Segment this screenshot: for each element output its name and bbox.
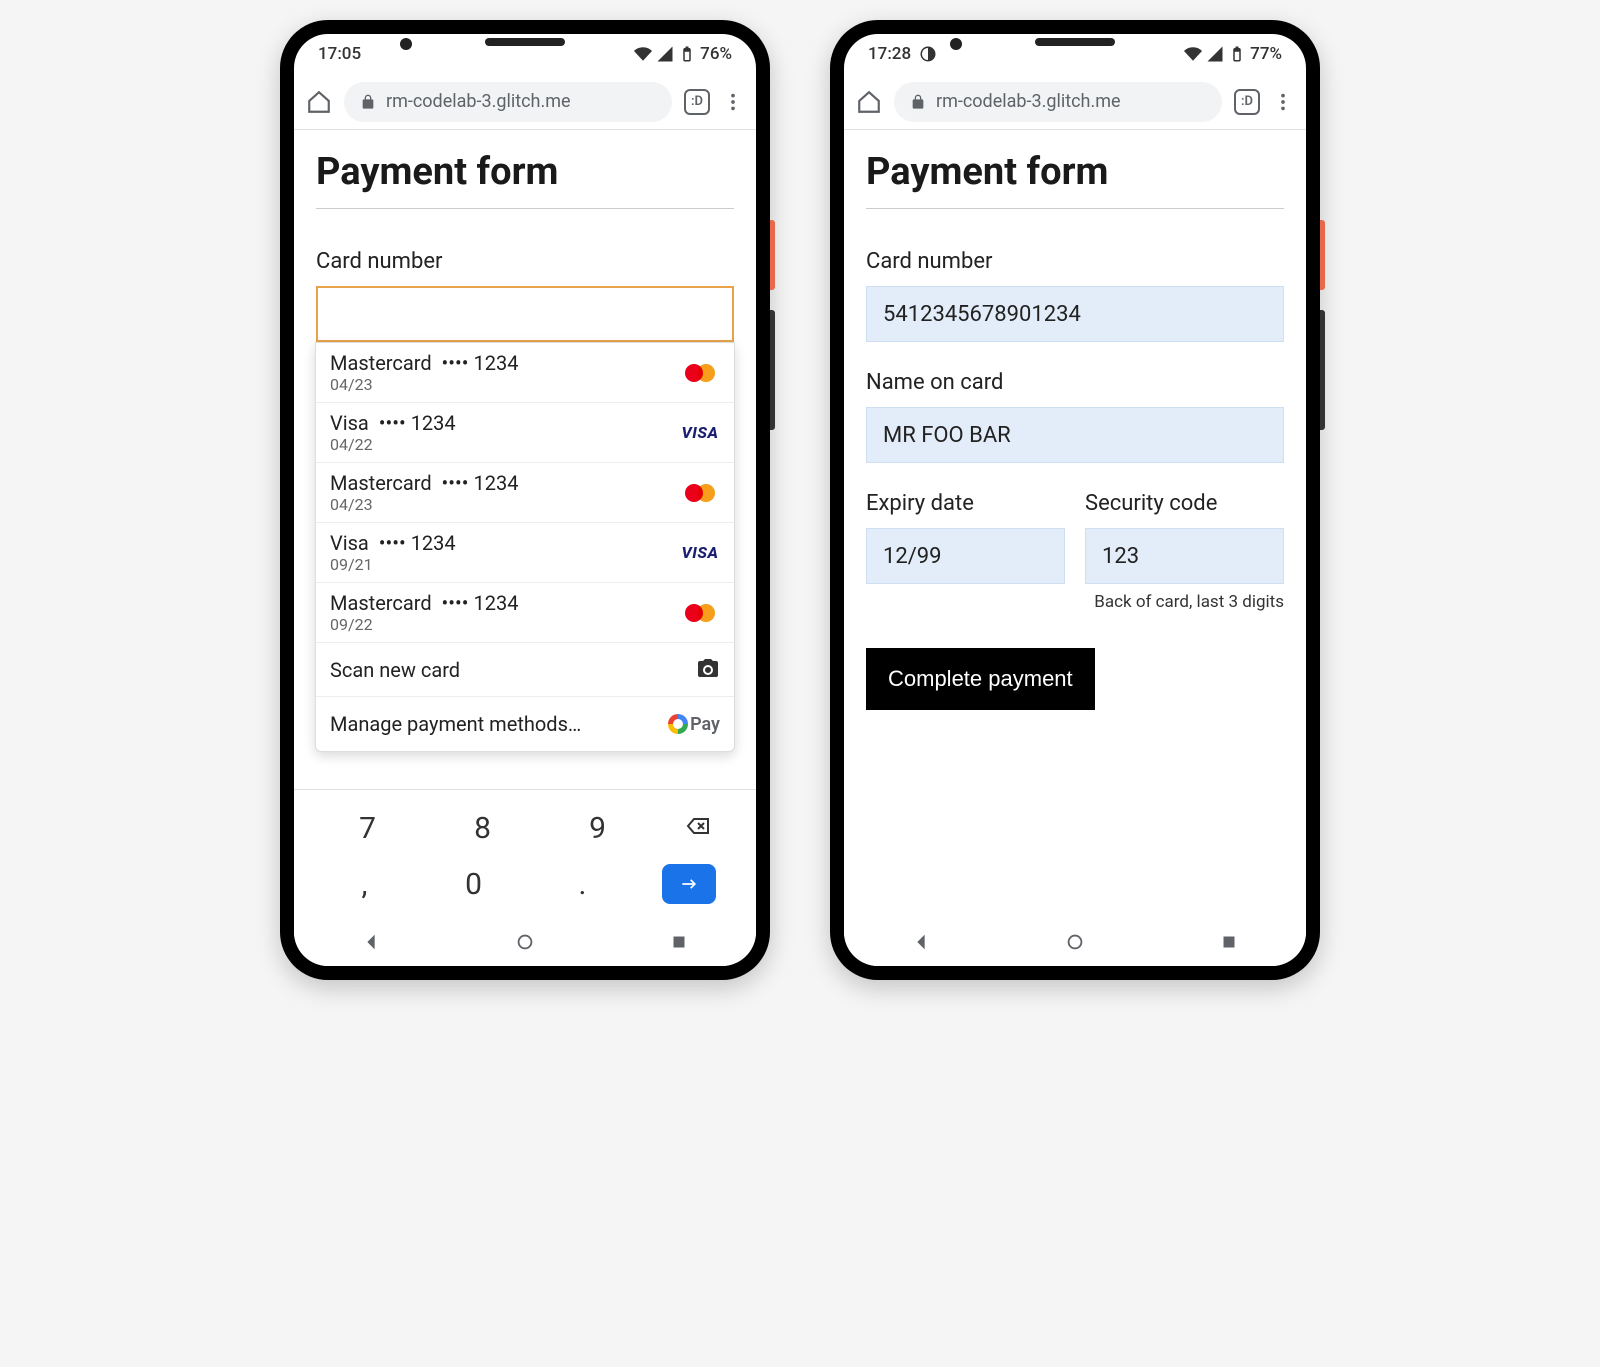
complete-payment-button[interactable]: Complete payment <box>866 648 1095 710</box>
manage-payment-methods[interactable]: Manage payment methods… Pay <box>316 697 734 751</box>
more-icon[interactable] <box>1272 91 1294 113</box>
af-brand: Mastercard •••• 1234 <box>330 591 518 615</box>
key-7[interactable]: 7 <box>338 811 398 846</box>
status-time: 17:05 <box>318 44 361 64</box>
backspace-key[interactable] <box>683 814 713 842</box>
expiry-input[interactable]: 12/99 <box>866 528 1065 584</box>
status-time: 17:28 <box>868 44 911 64</box>
url-bar[interactable]: rm-codelab-3.glitch.me <box>894 82 1222 122</box>
battery-icon <box>678 45 696 63</box>
volume-button <box>1320 310 1325 430</box>
url-text: rm-codelab-3.glitch.me <box>936 91 1121 112</box>
card-number-label: Card number <box>866 249 1284 274</box>
cvc-helper: Back of card, last 3 digits <box>866 592 1284 612</box>
af-brand: Mastercard •••• 1234 <box>330 351 518 375</box>
more-icon[interactable] <box>722 91 744 113</box>
dark-mode-icon <box>919 45 937 63</box>
power-button <box>1320 220 1325 290</box>
cvc-input[interactable]: 123 <box>1085 528 1284 584</box>
nav-back-icon[interactable] <box>360 931 382 953</box>
nav-recent-icon[interactable] <box>668 931 690 953</box>
autofill-item-4[interactable]: Mastercard •••• 1234 09/22 <box>316 583 734 643</box>
name-on-card-input[interactable]: MR FOO BAR <box>866 407 1284 463</box>
gpay-icon: Pay <box>668 714 720 735</box>
system-nav <box>844 918 1306 966</box>
mastercard-icon <box>680 603 720 623</box>
power-button <box>770 220 775 290</box>
card-number-label: Card number <box>316 249 734 274</box>
nav-home-icon[interactable] <box>1064 931 1086 953</box>
status-icons: 76% <box>634 44 732 64</box>
name-on-card-label: Name on card <box>866 370 1284 395</box>
battery-icon <box>1228 45 1246 63</box>
status-bar: 17:28 77% <box>844 34 1306 74</box>
autofill-item-2[interactable]: Mastercard •••• 1234 04/23 <box>316 463 734 523</box>
card-number-input[interactable] <box>316 286 734 342</box>
af-brand: Visa •••• 1234 <box>330 531 456 555</box>
battery-pct: 76% <box>700 44 732 64</box>
page-title: Payment form <box>866 150 1284 209</box>
tabs-button[interactable]: :D <box>684 89 710 115</box>
af-exp: 04/23 <box>330 375 518 394</box>
cvc-label: Security code <box>1085 491 1284 516</box>
status-bar: 17:05 76% <box>294 34 756 74</box>
scan-new-card[interactable]: Scan new card <box>316 643 734 697</box>
key-9[interactable]: 9 <box>568 811 628 846</box>
page-title: Payment form <box>316 150 734 209</box>
key-dot[interactable]: . <box>553 867 613 902</box>
page-content-right: Payment form Card number 541234567890123… <box>844 130 1306 918</box>
tabs-button[interactable]: :D <box>1234 89 1260 115</box>
autofill-item-1[interactable]: Visa •••• 1234 04/22 VISA <box>316 403 734 463</box>
status-icons: 77% <box>1184 44 1282 64</box>
nav-home-icon[interactable] <box>514 931 536 953</box>
browser-bar: rm-codelab-3.glitch.me :D <box>844 74 1306 130</box>
key-comma[interactable]: , <box>335 867 395 902</box>
af-exp: 09/22 <box>330 615 518 634</box>
home-icon[interactable] <box>306 89 332 115</box>
url-text: rm-codelab-3.glitch.me <box>386 91 571 112</box>
lock-icon <box>910 94 926 110</box>
expiry-label: Expiry date <box>866 491 1065 516</box>
phone-right: 17:28 77% rm-codelab-3.glitch.me :D <box>830 20 1320 980</box>
browser-bar: rm-codelab-3.glitch.me :D <box>294 74 756 130</box>
mastercard-icon <box>680 363 720 383</box>
volume-button <box>770 310 775 430</box>
visa-icon: VISA <box>680 543 720 562</box>
mastercard-icon <box>680 483 720 503</box>
screen-left: 17:05 76% rm-codelab-3.glitch.me :D Paym <box>294 34 756 966</box>
wifi-icon <box>1184 45 1202 63</box>
page-content-left: Payment form Card number Mastercard ••••… <box>294 130 756 789</box>
key-8[interactable]: 8 <box>453 811 513 846</box>
af-exp: 04/23 <box>330 495 518 514</box>
af-brand: Visa •••• 1234 <box>330 411 456 435</box>
lock-icon <box>360 94 376 110</box>
wifi-icon <box>634 45 652 63</box>
signal-icon <box>1206 45 1224 63</box>
nav-recent-icon[interactable] <box>1218 931 1240 953</box>
autofill-item-0[interactable]: Mastercard •••• 1234 04/23 <box>316 343 734 403</box>
visa-icon: VISA <box>680 423 720 442</box>
screen-right: 17:28 77% rm-codelab-3.glitch.me :D <box>844 34 1306 966</box>
key-0[interactable]: 0 <box>444 867 504 902</box>
enter-key[interactable] <box>662 864 716 904</box>
autofill-menu: Mastercard •••• 1234 04/23 Visa •••• 123… <box>315 342 735 752</box>
battery-pct: 77% <box>1250 44 1282 64</box>
autofill-item-3[interactable]: Visa •••• 1234 09/21 VISA <box>316 523 734 583</box>
phone-left: 17:05 76% rm-codelab-3.glitch.me :D Paym <box>280 20 770 980</box>
af-exp: 04/22 <box>330 435 456 454</box>
url-bar[interactable]: rm-codelab-3.glitch.me <box>344 82 672 122</box>
numeric-keyboard: 7 8 9 , 0 . <box>294 789 756 918</box>
camera-icon <box>696 656 720 684</box>
af-exp: 09/21 <box>330 555 456 574</box>
card-number-input[interactable]: 5412345678901234 <box>866 286 1284 342</box>
system-nav <box>294 918 756 966</box>
nav-back-icon[interactable] <box>910 931 932 953</box>
af-brand: Mastercard •••• 1234 <box>330 471 518 495</box>
signal-icon <box>656 45 674 63</box>
home-icon[interactable] <box>856 89 882 115</box>
